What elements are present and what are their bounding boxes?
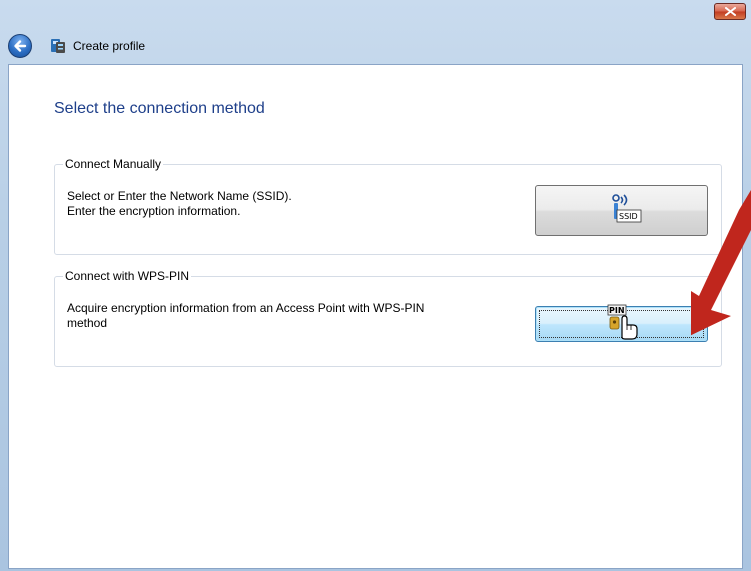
- profile-icon: [51, 39, 65, 53]
- wps-pin-description-line2: method: [67, 316, 108, 330]
- group-legend-manual: Connect Manually: [63, 157, 164, 171]
- pin-icon-text: PIN: [609, 306, 625, 315]
- pin-hand-icon: PIN: [607, 304, 638, 340]
- manual-description-line1: Select or Enter the Network Name (SSID).: [67, 189, 292, 203]
- connect-wps-pin-button[interactable]: PIN: [535, 304, 708, 342]
- connect-wps-pin-group: Connect with WPS-PIN Acquire encryption …: [54, 269, 722, 367]
- group-legend-wps-pin: Connect with WPS-PIN: [63, 269, 192, 283]
- window-frame: Create profile Select the connection met…: [0, 0, 751, 571]
- pointer-arrow: [691, 190, 751, 336]
- back-arrow-icon: [14, 40, 27, 52]
- connect-manually-group: Connect Manually Select or Enter the Net…: [54, 157, 722, 255]
- ssid-signal-icon: SSID: [612, 194, 642, 223]
- back-button[interactable]: [8, 34, 32, 58]
- window-title: Create profile: [73, 39, 146, 53]
- connect-manually-button[interactable]: SSID: [535, 185, 708, 236]
- close-button[interactable]: [714, 3, 746, 20]
- navigation-bar: Create profile: [0, 22, 751, 64]
- page-heading: Select the connection method: [54, 100, 265, 117]
- ssid-icon-text: SSID: [619, 212, 638, 221]
- close-icon: [725, 7, 736, 16]
- manual-description-line2: Enter the encryption information.: [67, 204, 241, 218]
- content-pane: Select the connection method Connect Man…: [8, 64, 743, 569]
- wps-pin-description-line1: Acquire encryption information from an A…: [67, 301, 425, 315]
